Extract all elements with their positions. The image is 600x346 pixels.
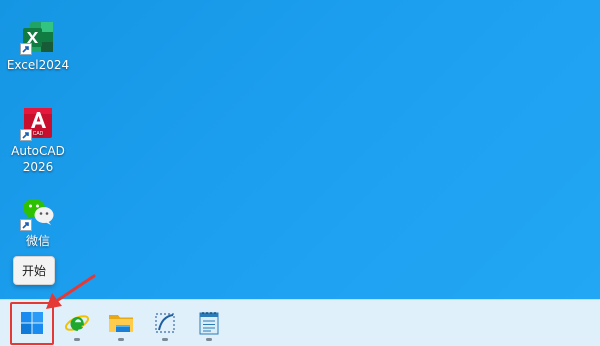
shortcut-arrow-icon xyxy=(20,43,32,55)
taskbar-notepad[interactable] xyxy=(190,304,228,342)
desktop: Excel2024 CAD AutoCAD 2026 微信 开始 xyxy=(0,0,600,346)
taskbar xyxy=(0,299,600,346)
running-indicator xyxy=(162,338,168,341)
start-button-highlight xyxy=(10,302,54,345)
shortcut-arrow-icon xyxy=(20,219,32,231)
autocad-icon: CAD xyxy=(20,106,55,141)
running-indicator xyxy=(118,338,124,341)
svg-text:CAD: CAD xyxy=(33,131,44,137)
desktop-icon-label-line2: 2026 xyxy=(22,160,54,174)
desktop-icon-wechat[interactable]: 微信 xyxy=(0,196,76,249)
desktop-icon-label-line1: AutoCAD xyxy=(11,144,65,158)
start-tooltip-text: 开始 xyxy=(21,264,46,278)
shortcut-arrow-icon xyxy=(20,129,32,141)
taskbar-snipping-tool[interactable] xyxy=(146,304,184,342)
running-indicator xyxy=(74,338,80,341)
internet-explorer-icon xyxy=(64,315,90,331)
desktop-icon-excel[interactable]: Excel2024 xyxy=(0,20,76,73)
notepad-icon xyxy=(199,312,219,335)
desktop-icon-label: 微信 xyxy=(25,234,50,248)
snipping-tool-icon xyxy=(155,313,175,333)
taskbar-file-explorer[interactable] xyxy=(102,304,140,342)
running-indicator xyxy=(206,338,212,341)
start-tooltip: 开始 xyxy=(13,256,55,285)
wechat-icon xyxy=(20,196,55,231)
desktop-icon-label: Excel2024 xyxy=(6,58,70,72)
excel-icon xyxy=(20,20,55,55)
desktop-icon-autocad[interactable]: CAD AutoCAD 2026 xyxy=(0,106,76,175)
taskbar-internet-explorer[interactable] xyxy=(58,304,96,342)
file-explorer-icon xyxy=(109,315,133,332)
annotation-arrow-icon xyxy=(46,274,96,309)
